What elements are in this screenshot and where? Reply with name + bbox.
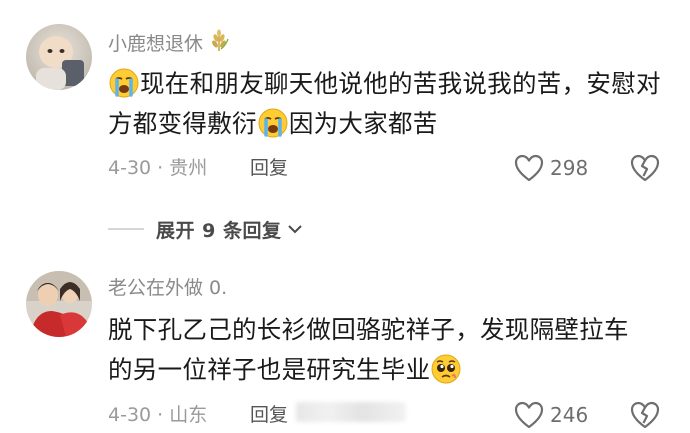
dislike-button[interactable]: [630, 154, 660, 186]
like-button[interactable]: 298: [514, 153, 588, 183]
comment-text-line-2: 的另一位祥子也是研究生毕业: [108, 350, 664, 390]
comment-text-line-1: 脱下孔乙己的长衫做回骆驼祥子，发现隔壁拉车: [108, 315, 629, 344]
comment-text-line-2-text: 的另一位祥子也是研究生毕业: [108, 355, 431, 384]
reply-button[interactable]: 回复: [250, 402, 288, 428]
wheat-icon: [207, 29, 231, 60]
reply-button[interactable]: 回复: [250, 155, 288, 181]
expand-replies-label: 展开 9 条回复: [156, 219, 282, 242]
crying-face-icon: [109, 68, 139, 98]
like-button[interactable]: 246: [514, 400, 588, 430]
username[interactable]: 老公在外做 0.: [108, 275, 227, 301]
avatar-image: [26, 24, 92, 90]
crying-face-icon: [258, 108, 288, 138]
dislike-button[interactable]: [630, 401, 660, 433]
expand-divider: [108, 228, 144, 230]
comment-text-part-2: 因为大家都苦: [288, 109, 438, 138]
comment-text: 脱下孔乙己的长衫做回骆驼祥子，发现隔壁拉车 的另一位祥子也是研究生毕业: [108, 310, 664, 390]
broken-heart-icon: [630, 154, 660, 182]
chevron-down-icon: [287, 220, 303, 239]
pleading-face-icon: [431, 354, 461, 384]
avatar-image: [26, 271, 92, 337]
heart-icon: [514, 401, 544, 429]
username-text: 小鹿想退休: [108, 33, 204, 55]
comment-meta: 4-30 · 山东: [108, 404, 208, 426]
comment-text: 现在和朋友聊天他说他的苦我说我的苦，安慰对方都变得敷衍 因为大家都苦: [108, 64, 664, 144]
expand-replies-button[interactable]: 展开 9 条回复: [108, 215, 303, 243]
avatar[interactable]: [26, 24, 92, 90]
comment-meta: 4-30 · 贵州: [108, 157, 208, 179]
blurred-overlay: [296, 402, 406, 422]
like-count: 298: [550, 156, 589, 180]
username[interactable]: 小鹿想退休: [108, 29, 231, 60]
heart-icon: [514, 154, 544, 182]
avatar[interactable]: [26, 271, 92, 337]
broken-heart-icon: [630, 401, 660, 429]
like-count: 246: [550, 403, 589, 427]
